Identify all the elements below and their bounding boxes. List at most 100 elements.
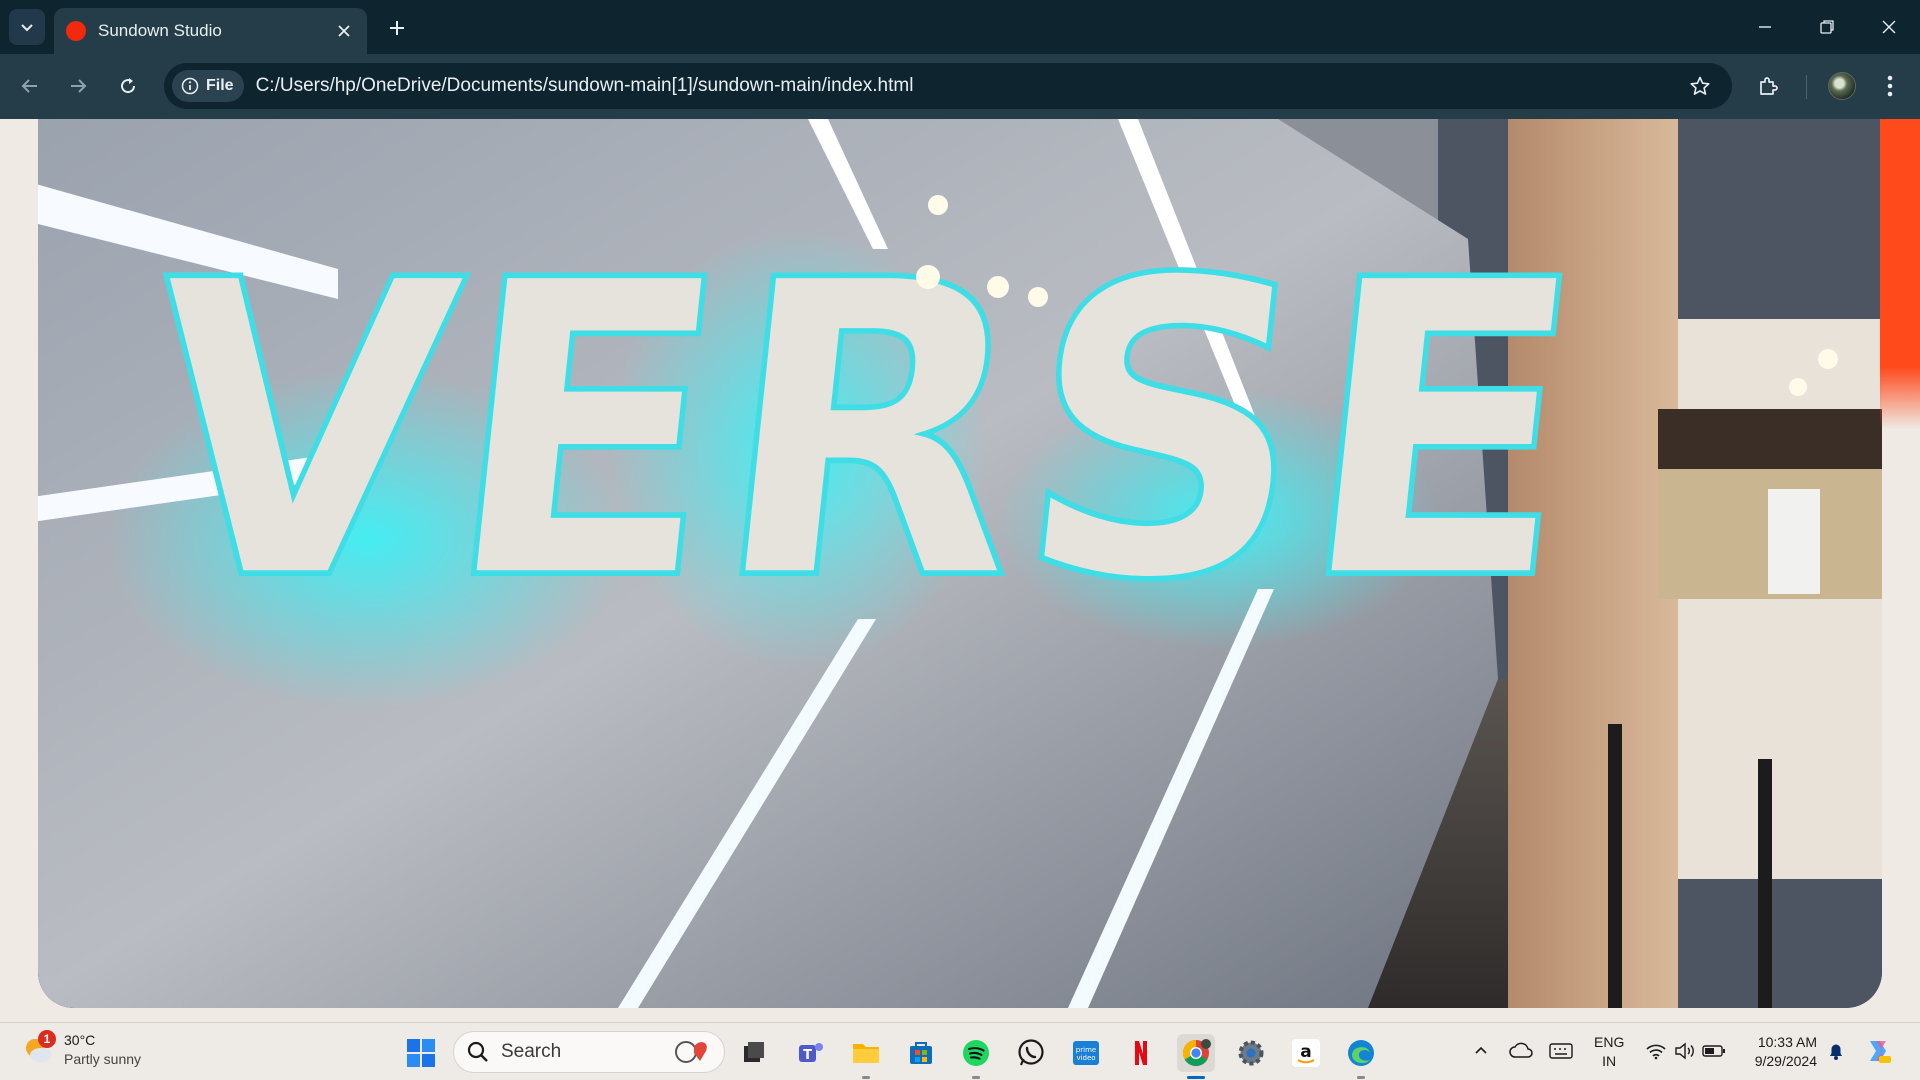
bookmark-button[interactable] xyxy=(1686,72,1714,100)
new-tab-button[interactable] xyxy=(382,13,412,43)
search-icon xyxy=(467,1041,488,1062)
weather-condition: Partly sunny xyxy=(64,1051,142,1067)
wifi-tray-button[interactable] xyxy=(1642,1037,1670,1065)
url-text[interactable]: C:/Users/hp/OneDrive/Documents/sundown-m… xyxy=(256,75,914,97)
taskbar-app-whatsapp[interactable] xyxy=(1012,1034,1050,1072)
arrow-left-icon xyxy=(21,79,37,93)
start-button[interactable] xyxy=(402,1034,440,1072)
stanchion-post xyxy=(1608,724,1622,1008)
minimize-button[interactable] xyxy=(1742,8,1788,46)
ceiling-light xyxy=(1789,378,1807,396)
touch-keyboard-button[interactable] xyxy=(1547,1037,1575,1065)
speaker-icon xyxy=(1675,1042,1694,1060)
forward-button[interactable] xyxy=(60,68,96,104)
weather-temp: 30°C xyxy=(64,1032,96,1048)
amazon-icon: a xyxy=(1292,1039,1320,1067)
plus-icon xyxy=(390,21,404,35)
reload-icon xyxy=(121,78,136,94)
copilot-button[interactable] xyxy=(1864,1037,1892,1065)
taskbar-search[interactable]: Search xyxy=(453,1031,725,1073)
brand-wall xyxy=(1658,409,1882,469)
restore-button[interactable] xyxy=(1804,8,1850,46)
taskbar-app-file-explorer[interactable] xyxy=(735,1034,773,1072)
toolbar-divider xyxy=(1806,75,1807,99)
whatsapp-icon xyxy=(1018,1039,1044,1066)
prime-video-icon: primevideo xyxy=(1073,1041,1099,1065)
tab-close-button[interactable] xyxy=(333,20,355,42)
taskbar-app-settings[interactable] xyxy=(1232,1034,1270,1072)
running-indicator xyxy=(1357,1076,1365,1079)
active-tab[interactable]: Sundown Studio xyxy=(54,8,367,54)
weather-text: 30°C Partly sunny xyxy=(64,1031,141,1069)
hero-signage: VERSE xyxy=(120,192,1604,673)
clock-date: 9/29/2024 xyxy=(1754,1053,1817,1069)
region-code: IN xyxy=(1602,1053,1617,1069)
copilot-icon xyxy=(1870,1041,1891,1063)
clock-time: 10:33 AM xyxy=(1757,1034,1817,1050)
taskbar-app-prime-video[interactable]: prime video xyxy=(1067,1034,1105,1072)
taskbar: 1 30°C Partly sunny Search T prime video… xyxy=(0,1022,1920,1080)
taskbar-app-chrome[interactable] xyxy=(1177,1034,1215,1079)
onedrive-tray-button[interactable] xyxy=(1507,1037,1535,1065)
site-chip-label: File xyxy=(206,77,234,94)
tab-search-button[interactable] xyxy=(9,9,45,45)
notifications-button[interactable] xyxy=(1822,1037,1850,1065)
taskbar-app-teams[interactable]: T xyxy=(792,1034,830,1072)
address-bar[interactable]: File C:/Users/hp/OneDrive/Documents/sund… xyxy=(164,63,1732,109)
back-button[interactable] xyxy=(12,68,48,104)
extensions-button[interactable] xyxy=(1750,68,1786,104)
search-placeholder: Search xyxy=(501,1041,562,1062)
title-bar: Sundown Studio xyxy=(0,0,1920,54)
close-icon xyxy=(1882,20,1896,34)
reload-button[interactable] xyxy=(110,68,146,104)
hero-scene: VERSE xyxy=(38,119,1882,1008)
windows-logo-icon xyxy=(407,1039,435,1067)
taskbar-app-spotify[interactable] xyxy=(957,1034,995,1079)
spotify-icon xyxy=(963,1040,989,1066)
taskbar-app-folder[interactable] xyxy=(847,1034,885,1079)
bell-icon xyxy=(1830,1044,1842,1060)
profile-button[interactable] xyxy=(1824,68,1860,104)
taskbar-app-amazon[interactable]: a xyxy=(1287,1034,1325,1072)
cloud-icon xyxy=(1509,1042,1533,1058)
hero-signage-text: VERSE xyxy=(123,195,1601,670)
page-viewport: VERSE xyxy=(0,119,1920,1022)
ceiling-light xyxy=(1028,287,1048,307)
netflix-icon xyxy=(1135,1041,1147,1065)
star-icon xyxy=(1690,76,1710,95)
wifi-icon xyxy=(1646,1044,1666,1060)
search-highlight-icon xyxy=(675,1041,707,1063)
weather-widget[interactable]: 1 30°C Partly sunny xyxy=(22,1030,141,1069)
minimize-icon xyxy=(1759,26,1771,28)
volume-tray-button[interactable] xyxy=(1671,1037,1699,1065)
taskbar-app-microsoft-store[interactable] xyxy=(902,1034,940,1072)
teams-icon: T xyxy=(799,1043,823,1063)
weather-badge: 1 xyxy=(38,1030,56,1048)
running-indicator xyxy=(862,1076,870,1079)
hero-video[interactable]: VERSE xyxy=(38,119,1882,1008)
task-view-icon xyxy=(744,1042,764,1062)
puzzle-icon xyxy=(1760,77,1778,95)
info-icon xyxy=(181,77,199,95)
chrome-icon xyxy=(1182,1039,1211,1067)
show-hidden-icons-button[interactable] xyxy=(1467,1037,1495,1065)
partly-sunny-icon: 1 xyxy=(22,1030,56,1066)
battery-icon xyxy=(1702,1045,1725,1057)
taskbar-clock[interactable]: 10:33 AM 9/29/2024 xyxy=(1741,1033,1817,1071)
running-indicator xyxy=(1187,1076,1205,1079)
chevron-up-icon xyxy=(1475,1046,1487,1054)
taskbar-app-edge[interactable] xyxy=(1342,1034,1380,1079)
close-window-button[interactable] xyxy=(1866,8,1912,46)
site-info-chip[interactable]: File xyxy=(172,70,244,102)
restore-icon xyxy=(1820,20,1834,34)
tab-title: Sundown Studio xyxy=(98,21,222,40)
ceiling-light xyxy=(928,195,948,215)
input-language-indicator[interactable]: ENG IN xyxy=(1594,1033,1624,1071)
browser-toolbar: File C:/Users/hp/OneDrive/Documents/sund… xyxy=(0,54,1920,119)
running-indicator xyxy=(972,1076,980,1079)
avatar xyxy=(1828,72,1856,100)
battery-tray-button[interactable] xyxy=(1700,1037,1728,1065)
taskbar-app-netflix[interactable] xyxy=(1122,1034,1160,1072)
menu-button[interactable] xyxy=(1872,68,1908,104)
store-icon xyxy=(910,1042,932,1064)
